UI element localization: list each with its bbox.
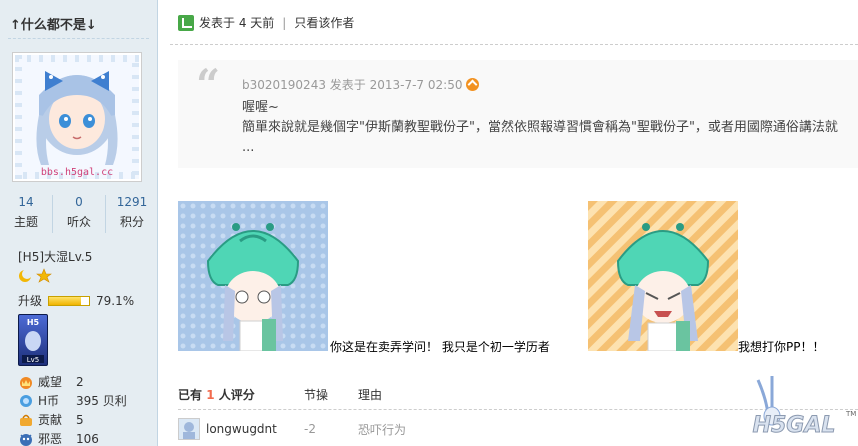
upgrade-progress: 升级 79.1% — [18, 292, 134, 309]
credit-value: 5 — [76, 412, 84, 427]
stat-points[interactable]: 1291 积分 — [106, 195, 158, 233]
quote-block: “ b3020190243 发表于 2013-7-7 02:50 喔喔~ 簡單來… — [178, 60, 858, 168]
credit-value: 106 — [76, 431, 99, 446]
user-level[interactable]: [H5]大湿Lv.5 — [18, 248, 92, 265]
avatar[interactable]: bbs.h5gal.cc — [12, 52, 142, 182]
level-stars — [18, 268, 54, 284]
svg-text:Lv5: Lv5 — [27, 356, 40, 364]
user-credits: 威望 2 H币 395 贝利 贡献 5 邪恶 106 — [18, 372, 166, 446]
medal-badge[interactable]: H5 Lv5 — [18, 314, 48, 366]
image-caption: 我想打你PP！！ — [738, 340, 825, 354]
stat-value[interactable]: 1291 — [106, 195, 158, 209]
upgrade-label: 升级 — [18, 294, 43, 308]
rating-header: 已有 1 人评分 节操 理由 — [178, 386, 382, 403]
h5gal-logo-image: H5GAL TM — [752, 375, 856, 439]
quote-source: b3020190243 发表于 2013-7-7 02:50 — [242, 78, 463, 92]
moon-star-icon — [19, 268, 52, 283]
credit-key: 贡献 — [38, 413, 63, 427]
credit-key: 邪恶 — [38, 432, 63, 446]
rating-suffix: 人评分 — [218, 388, 255, 402]
credit-row: 邪恶 106 — [18, 429, 166, 446]
coin-icon — [18, 394, 34, 408]
post-time: 发表于 4 天前 — [199, 16, 275, 30]
stat-value[interactable]: 0 — [53, 195, 105, 209]
contribution-icon — [18, 413, 34, 427]
stat-label: 主题 — [13, 215, 38, 229]
quote-line: 喔喔~ — [242, 100, 279, 115]
user-stats: 14 主题 0 听众 1291 积分 — [0, 195, 158, 233]
credit-row: 贡献 5 — [18, 410, 166, 429]
credit-row: 威望 2 — [18, 372, 166, 391]
user-sidebar: ↑什么都不是↓ bbs.h5gal.cc 14 主题 0 听众 1291 积分 … — [0, 0, 158, 446]
anime-girl-image — [178, 201, 328, 351]
progress-bar — [48, 295, 91, 306]
stat-value[interactable]: 14 — [0, 195, 52, 209]
online-status-icon — [178, 14, 194, 31]
rating-score: -2 — [304, 422, 316, 436]
credit-key: 威望 — [38, 375, 63, 389]
medal-image: H5 Lv5 — [22, 318, 44, 364]
post-image-2[interactable] — [588, 201, 738, 351]
quote-body: 喔喔~ 簡單來說就是幾個字"伊斯蘭教聖戰份子"，當然依照報導習慣會稱為"聖戰份子… — [242, 98, 850, 158]
upgrade-percent: 79.1% — [96, 293, 135, 308]
rating-count[interactable]: 已有 1 人评分 — [178, 386, 304, 403]
quote-mark-icon: “ — [196, 60, 221, 109]
crown-icon — [18, 375, 34, 389]
credit-value: 395 贝利 — [76, 394, 127, 408]
stat-label: 积分 — [119, 215, 144, 229]
logo-text: H5GAL — [753, 413, 836, 438]
rating-number: 1 — [206, 388, 215, 402]
username[interactable]: ↑什么都不是↓ — [10, 14, 97, 33]
svg-text:TM: TM — [845, 410, 856, 418]
divider — [8, 38, 149, 39]
svg-text:H5: H5 — [27, 318, 40, 327]
anime-girl-angry-image — [588, 201, 738, 351]
quote-header: b3020190243 发表于 2013-7-7 02:50 — [242, 76, 480, 93]
credit-value: 2 — [76, 374, 84, 389]
stat-threads[interactable]: 14 主题 — [0, 195, 53, 233]
rater-name[interactable]: longwugdnt — [206, 422, 304, 436]
post-image-1[interactable] — [178, 201, 328, 351]
progress-fill — [49, 296, 81, 305]
site-logo: H5GAL TM — [728, 370, 858, 446]
image-caption: 你这是在卖弄学问！ 我只是个初一学历者 — [330, 340, 550, 354]
rating-col-reason: 理由 — [358, 388, 383, 402]
quote-line: 簡單來說就是幾個字"伊斯蘭教聖戰份子"，當然依照報導習慣會稱為"聖戰份子"，或者… — [242, 120, 838, 155]
jump-to-post-icon[interactable] — [466, 78, 480, 91]
evil-icon — [18, 432, 34, 446]
rating-reason: 恐吓行为 — [358, 422, 407, 437]
post-meta: 发表于 4 天前 | 只看该作者 — [178, 14, 354, 31]
rating-row: longwugdnt -2 恐吓行为 — [178, 418, 406, 440]
credit-key: H币 — [38, 394, 60, 408]
credit-row: H币 395 贝利 — [18, 391, 166, 410]
separator: | — [282, 15, 287, 30]
stat-followers[interactable]: 0 听众 — [53, 195, 106, 233]
divider — [170, 44, 858, 45]
avatar-image: bbs.h5gal.cc — [13, 53, 141, 181]
rating-col-score: 节操 — [304, 388, 329, 402]
rating-prefix: 已有 — [178, 388, 203, 402]
only-author-link[interactable]: 只看该作者 — [294, 14, 354, 31]
avatar-watermark: bbs.h5gal.cc — [41, 167, 113, 178]
stat-label: 听众 — [66, 215, 91, 229]
rater-avatar[interactable] — [178, 418, 200, 440]
